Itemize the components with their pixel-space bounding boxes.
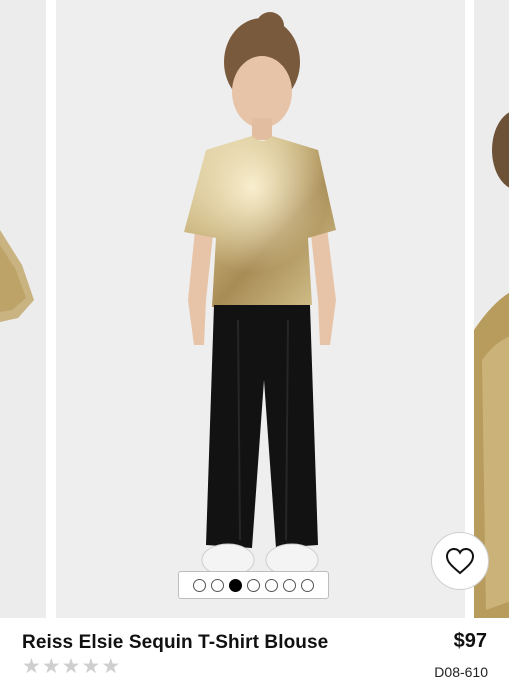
carousel-dot[interactable]: [283, 578, 296, 592]
star-icon: ★: [61, 655, 81, 678]
carousel-dot[interactable]: [211, 578, 224, 592]
carousel-pagination: [178, 571, 329, 599]
carousel-dot[interactable]: [265, 578, 278, 592]
star-icon: ★: [81, 655, 101, 678]
rating-stars[interactable]: ★ ★ ★ ★ ★: [22, 656, 120, 677]
product-image-main[interactable]: [56, 0, 465, 618]
previous-image-sequin-detail: [0, 0, 46, 618]
carousel-dot[interactable]: [301, 578, 314, 592]
star-icon: ★: [41, 655, 61, 678]
carousel-dot[interactable]: [247, 578, 260, 592]
previous-product-image[interactable]: [0, 0, 46, 618]
next-product-image[interactable]: [474, 0, 509, 618]
product-sku: D08-610: [434, 664, 488, 680]
next-image-sequin-closeup: [474, 0, 509, 618]
heart-icon: [445, 547, 475, 575]
product-title[interactable]: Reiss Elsie Sequin T-Shirt Blouse: [22, 632, 328, 654]
product-price: $97: [453, 630, 487, 652]
star-icon: ★: [101, 655, 121, 678]
carousel-dot[interactable]: [193, 578, 206, 592]
carousel-dot-active[interactable]: [229, 578, 242, 592]
product-info: Reiss Elsie Sequin T-Shirt Blouse $97 ★ …: [0, 618, 509, 699]
product-image-carousel[interactable]: [0, 0, 509, 618]
wishlist-button[interactable]: [431, 532, 489, 590]
star-icon: ★: [22, 655, 41, 678]
model-wearing-sequin-top: [56, 0, 465, 618]
